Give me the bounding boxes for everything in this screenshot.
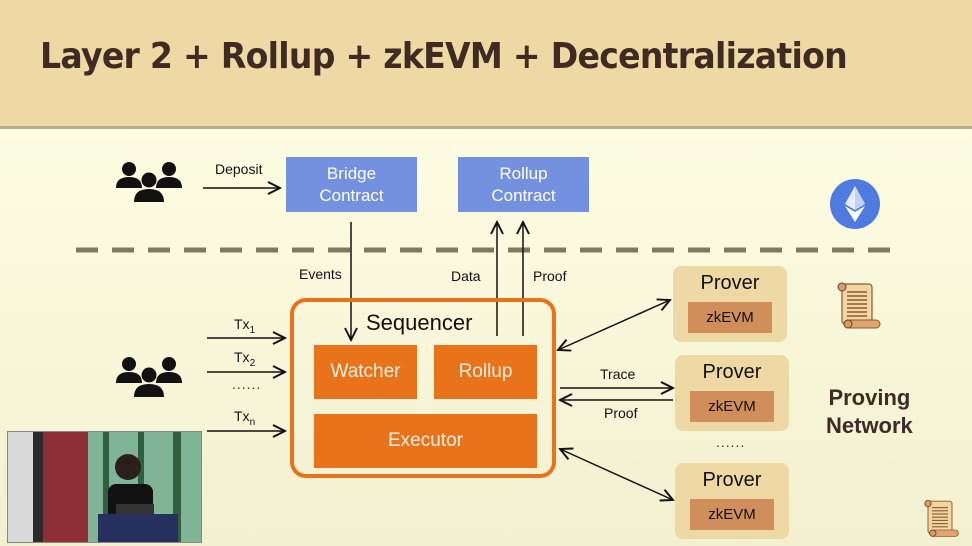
users-icon — [116, 162, 182, 202]
trace-proof-label: Proof — [604, 405, 638, 421]
tx-subscript: 1 — [249, 324, 256, 336]
tx-ellipsis: ...... — [232, 376, 262, 392]
tx-subscript: 2 — [249, 357, 256, 369]
prover1-link — [558, 300, 670, 350]
trace-label: Trace — [600, 366, 636, 382]
sequencer-title: Sequencer — [366, 310, 473, 335]
tx1-label: Tx1 — [234, 316, 255, 336]
executor-label: Executor — [388, 430, 463, 451]
deposit-label: Deposit — [215, 161, 263, 177]
tx-base: Tx — [234, 408, 250, 424]
bridge-contract: Bridge Contract — [286, 157, 417, 212]
prover-node: Prover zkEVM — [675, 463, 789, 539]
prover3-link — [560, 449, 673, 500]
events-label: Events — [299, 266, 342, 282]
scroll-icon — [837, 282, 881, 329]
rollup-contract: Rollup Contract — [458, 157, 589, 212]
rollup-contract-label: Rollup Contract — [491, 163, 556, 205]
tx2-label: Tx2 — [234, 349, 255, 369]
zkevm-box: zkEVM — [690, 499, 774, 530]
speaker-video-frame — [8, 432, 201, 542]
prover-label: Prover — [700, 272, 760, 294]
rollup-box: Rollup — [434, 345, 537, 399]
prover-node: Prover zkEVM — [673, 266, 787, 342]
bridge-contract-label: Bridge Contract — [319, 163, 384, 205]
prover-ellipsis: ...... — [716, 434, 746, 450]
rollup-label: Rollup — [458, 361, 513, 382]
txn-label: Txn — [234, 408, 255, 428]
prover-label: Prover — [702, 361, 762, 383]
data-label: Data — [451, 268, 481, 284]
watcher-label: Watcher — [330, 361, 401, 382]
proof-label: Proof — [533, 268, 567, 284]
tx-base: Tx — [234, 316, 250, 332]
ethereum-icon — [830, 179, 880, 229]
speaker-video-overlay — [7, 431, 202, 543]
proving-network-title: Proving Network — [826, 384, 913, 440]
prover-node: Prover zkEVM — [675, 355, 789, 431]
prover-label: Prover — [702, 469, 762, 491]
watcher-box: Watcher — [314, 345, 417, 399]
tx-base: Tx — [234, 349, 250, 365]
proving-network-line1: Proving — [828, 385, 911, 410]
proving-network-line2: Network — [826, 413, 913, 438]
executor-box: Executor — [314, 414, 537, 468]
zkevm-box: zkEVM — [688, 302, 772, 333]
users-icon — [116, 357, 182, 397]
zkevm-box: zkEVM — [690, 391, 774, 422]
scroll-icon — [924, 500, 959, 537]
tx-subscript: n — [249, 416, 256, 428]
